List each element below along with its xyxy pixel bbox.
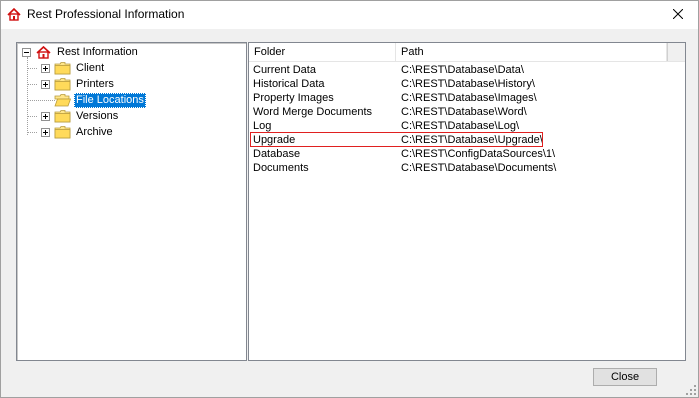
folder-open-icon [54, 93, 72, 107]
path-cell: C:\REST\Database\Upgrade\ [401, 134, 543, 146]
expand-icon[interactable] [41, 79, 50, 89]
tree-connector [27, 100, 55, 101]
tree-connector [27, 68, 37, 69]
path-cell: C:\REST\Database\Images\ [401, 92, 537, 104]
path-cell: C:\REST\Database\Word\ [401, 106, 527, 118]
file-locations-list[interactable]: Folder Path Current Data C:\REST\Databas… [248, 42, 686, 361]
folder-cell: Property Images [253, 92, 334, 104]
column-header-path[interactable]: Path [396, 43, 667, 61]
folder-cell: Historical Data [253, 78, 325, 90]
folder-cell: Current Data [253, 64, 316, 76]
list-header: Folder Path [249, 43, 685, 62]
collapse-icon[interactable] [22, 47, 31, 57]
tree-item-printers[interactable]: Printers [41, 76, 116, 92]
folder-icon [54, 61, 71, 75]
tree-connector [27, 132, 37, 133]
expand-icon[interactable] [41, 127, 50, 137]
folder-cell: Upgrade [253, 134, 296, 146]
expand-icon[interactable] [41, 63, 50, 73]
tree-connector [27, 84, 37, 85]
folder-cell: Log [253, 120, 272, 132]
path-cell: C:\REST\Database\History\ [401, 78, 535, 90]
window-close-button[interactable] [658, 1, 698, 29]
house-icon [35, 45, 52, 59]
header-filler [667, 43, 685, 61]
tree-item-file-locations[interactable]: File Locations [54, 92, 146, 108]
expand-icon[interactable] [41, 111, 50, 121]
tree-item-label: Client [76, 61, 105, 74]
dialog-window: Rest Professional Information Rest Infor… [0, 0, 699, 398]
house-icon [7, 7, 21, 21]
tree-item-versions[interactable]: Versions [41, 108, 120, 124]
tree-item-label: Rest Information [57, 45, 138, 58]
window-title: Rest Professional Information [27, 7, 185, 21]
folder-icon [54, 125, 71, 139]
tree-item-label: Printers [76, 77, 114, 90]
tree-item-client[interactable]: Client [41, 60, 106, 76]
path-cell: C:\REST\Database\Log\ [401, 120, 520, 132]
folder-cell: Word Merge Documents [253, 106, 373, 118]
resize-grip-icon[interactable] [686, 385, 696, 395]
folder-cell: Database [253, 148, 301, 160]
column-header-folder[interactable]: Folder [249, 43, 396, 61]
tree-item-label: Versions [76, 109, 119, 122]
tree-item-rest-information[interactable]: Rest Information [22, 44, 140, 60]
tree-item-archive[interactable]: Archive [41, 124, 115, 140]
path-cell: C:\REST\Database\Data\ [401, 64, 524, 76]
tree-item-label: Archive [76, 125, 113, 138]
folder-icon [54, 77, 71, 91]
close-icon [672, 8, 684, 22]
tree-connector [27, 116, 37, 117]
close-button[interactable]: Close [593, 368, 657, 386]
folder-cell: Documents [253, 162, 309, 174]
tree-view[interactable]: Rest Information Client Printers File Lo… [16, 42, 247, 361]
path-cell: C:\REST\ConfigDataSources\1\ [401, 148, 556, 160]
path-cell: C:\REST\Database\Documents\ [401, 162, 557, 174]
folder-icon [54, 109, 71, 123]
title-bar: Rest Professional Information [1, 1, 698, 29]
tree-item-label: File Locations [74, 92, 146, 108]
